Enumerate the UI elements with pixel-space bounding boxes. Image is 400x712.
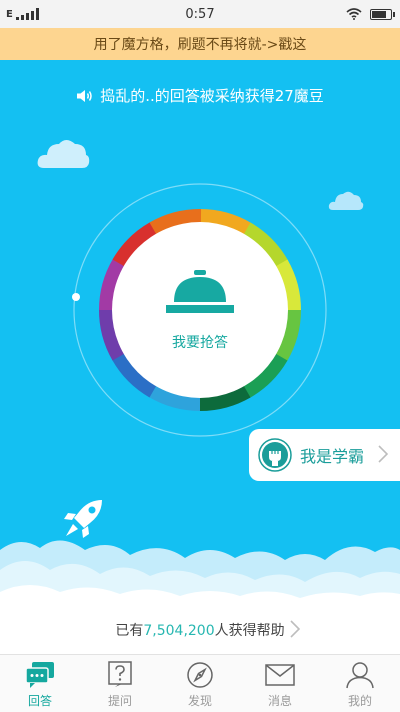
battery-icon (370, 8, 395, 20)
chevron-right-icon (378, 445, 388, 463)
chevron-right-icon (290, 620, 300, 638)
tab-label: 消息 (267, 694, 292, 708)
tab-discover[interactable]: 发现 (160, 655, 240, 712)
tab-label: 提问 (107, 694, 132, 708)
fist-icon (258, 438, 292, 472)
broadcast-banner: 捣乱的..的回答被采纳获得27魔豆 (0, 85, 400, 106)
status-bar: E 0:57 (0, 0, 400, 28)
tab-answer[interactable]: 回答 (0, 655, 80, 712)
xueba-button[interactable]: 我是学霸 (249, 429, 400, 481)
tab-ask[interactable]: 提问 (80, 655, 160, 712)
helped-count: 7,504,200 (143, 623, 215, 639)
chat-icon (25, 662, 54, 688)
grab-answer-label: 我要抢答 (172, 335, 228, 351)
cloud-decoration-left (37, 140, 90, 168)
status-time: 0:57 (185, 6, 215, 22)
question-icon (108, 661, 132, 687)
tab-label: 回答 (27, 694, 52, 708)
status-right (346, 8, 400, 20)
promo-notice-text: 用了魔方格，刷题不再将就->戳这 (93, 37, 307, 53)
grab-answer-button[interactable]: 我要抢答 (112, 222, 288, 398)
network-type: E (6, 8, 13, 20)
person-icon (346, 662, 374, 689)
promo-notice-bar[interactable]: 用了魔方格，刷题不再将就->戳这 (0, 28, 400, 60)
helped-suffix: 人获得帮助 (214, 623, 285, 639)
status-left: E (0, 8, 39, 20)
signal-icon (15, 8, 39, 20)
speaker-icon (77, 89, 92, 102)
tab-label: 我的 (347, 694, 372, 708)
tab-profile[interactable]: 我的 (320, 655, 400, 712)
tab-label: 发现 (187, 694, 212, 708)
tab-messages[interactable]: 消息 (240, 655, 320, 712)
mail-icon (265, 664, 295, 686)
wifi-icon (346, 8, 362, 20)
helped-count-banner[interactable]: 已有7,504,200人获得帮助 (0, 620, 400, 640)
bottom-tab-bar: 回答 提问 发现 消息 我的 (0, 654, 400, 712)
helped-prefix: 已有 (115, 623, 144, 639)
ring-indicator-dot (72, 293, 80, 301)
broadcast-text: 捣乱的..的回答被采纳获得27魔豆 (100, 87, 324, 105)
xueba-label: 我是学霸 (300, 447, 365, 466)
compass-icon (187, 662, 213, 688)
service-bell-icon (166, 270, 234, 313)
answer-home: 捣乱的..的回答被采纳获得27魔豆 我要抢答 我是学霸 已有7,504,200人… (0, 60, 400, 654)
